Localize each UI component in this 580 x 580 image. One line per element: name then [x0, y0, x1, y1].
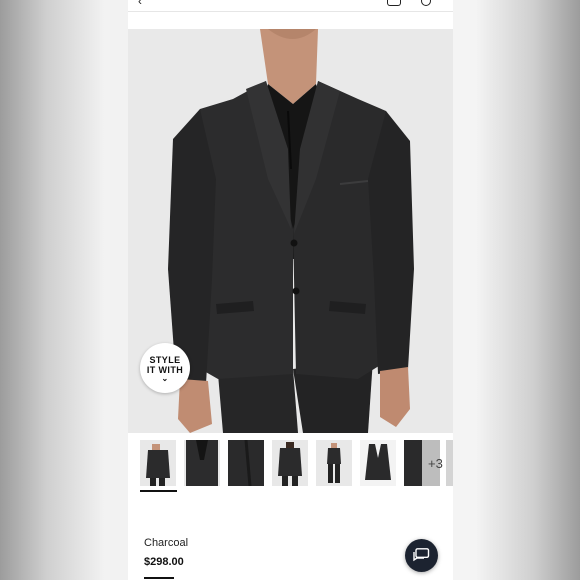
thumbnail-strip — [128, 440, 453, 492]
selected-thumbnail-indicator — [140, 490, 177, 492]
divider — [144, 577, 174, 579]
thumbnail-flat-lay[interactable] — [360, 440, 396, 486]
product-page: ‹ STYLE IT WITH ⌄ +3 Charcoal $298.00 — [128, 0, 453, 580]
style-it-with-button[interactable]: STYLE IT WITH ⌄ — [140, 343, 190, 393]
top-nav-bar: ‹ — [128, 0, 453, 12]
chevron-down-icon: ⌄ — [161, 374, 169, 383]
shopping-bag-icon[interactable] — [387, 0, 401, 6]
thumbnail-back-view[interactable] — [272, 440, 308, 486]
thumbnail-next-edge — [446, 440, 453, 486]
thumbnail-jacket-closeup[interactable] — [184, 440, 220, 486]
thumbnail-fabric-detail[interactable] — [228, 440, 264, 486]
product-price: $298.00 — [144, 556, 184, 568]
color-name: Charcoal — [144, 537, 189, 549]
chat-button[interactable] — [405, 539, 438, 572]
thumbnail-full-length[interactable] — [316, 440, 352, 486]
thumbnail-front-full[interactable] — [140, 440, 176, 486]
more-images-count[interactable]: +3 — [428, 456, 443, 471]
style-badge-line1: STYLE — [149, 355, 181, 365]
search-icon[interactable] — [421, 0, 431, 6]
chevron-left-icon[interactable]: ‹ — [138, 0, 142, 8]
chat-bubble-icon — [413, 548, 430, 562]
